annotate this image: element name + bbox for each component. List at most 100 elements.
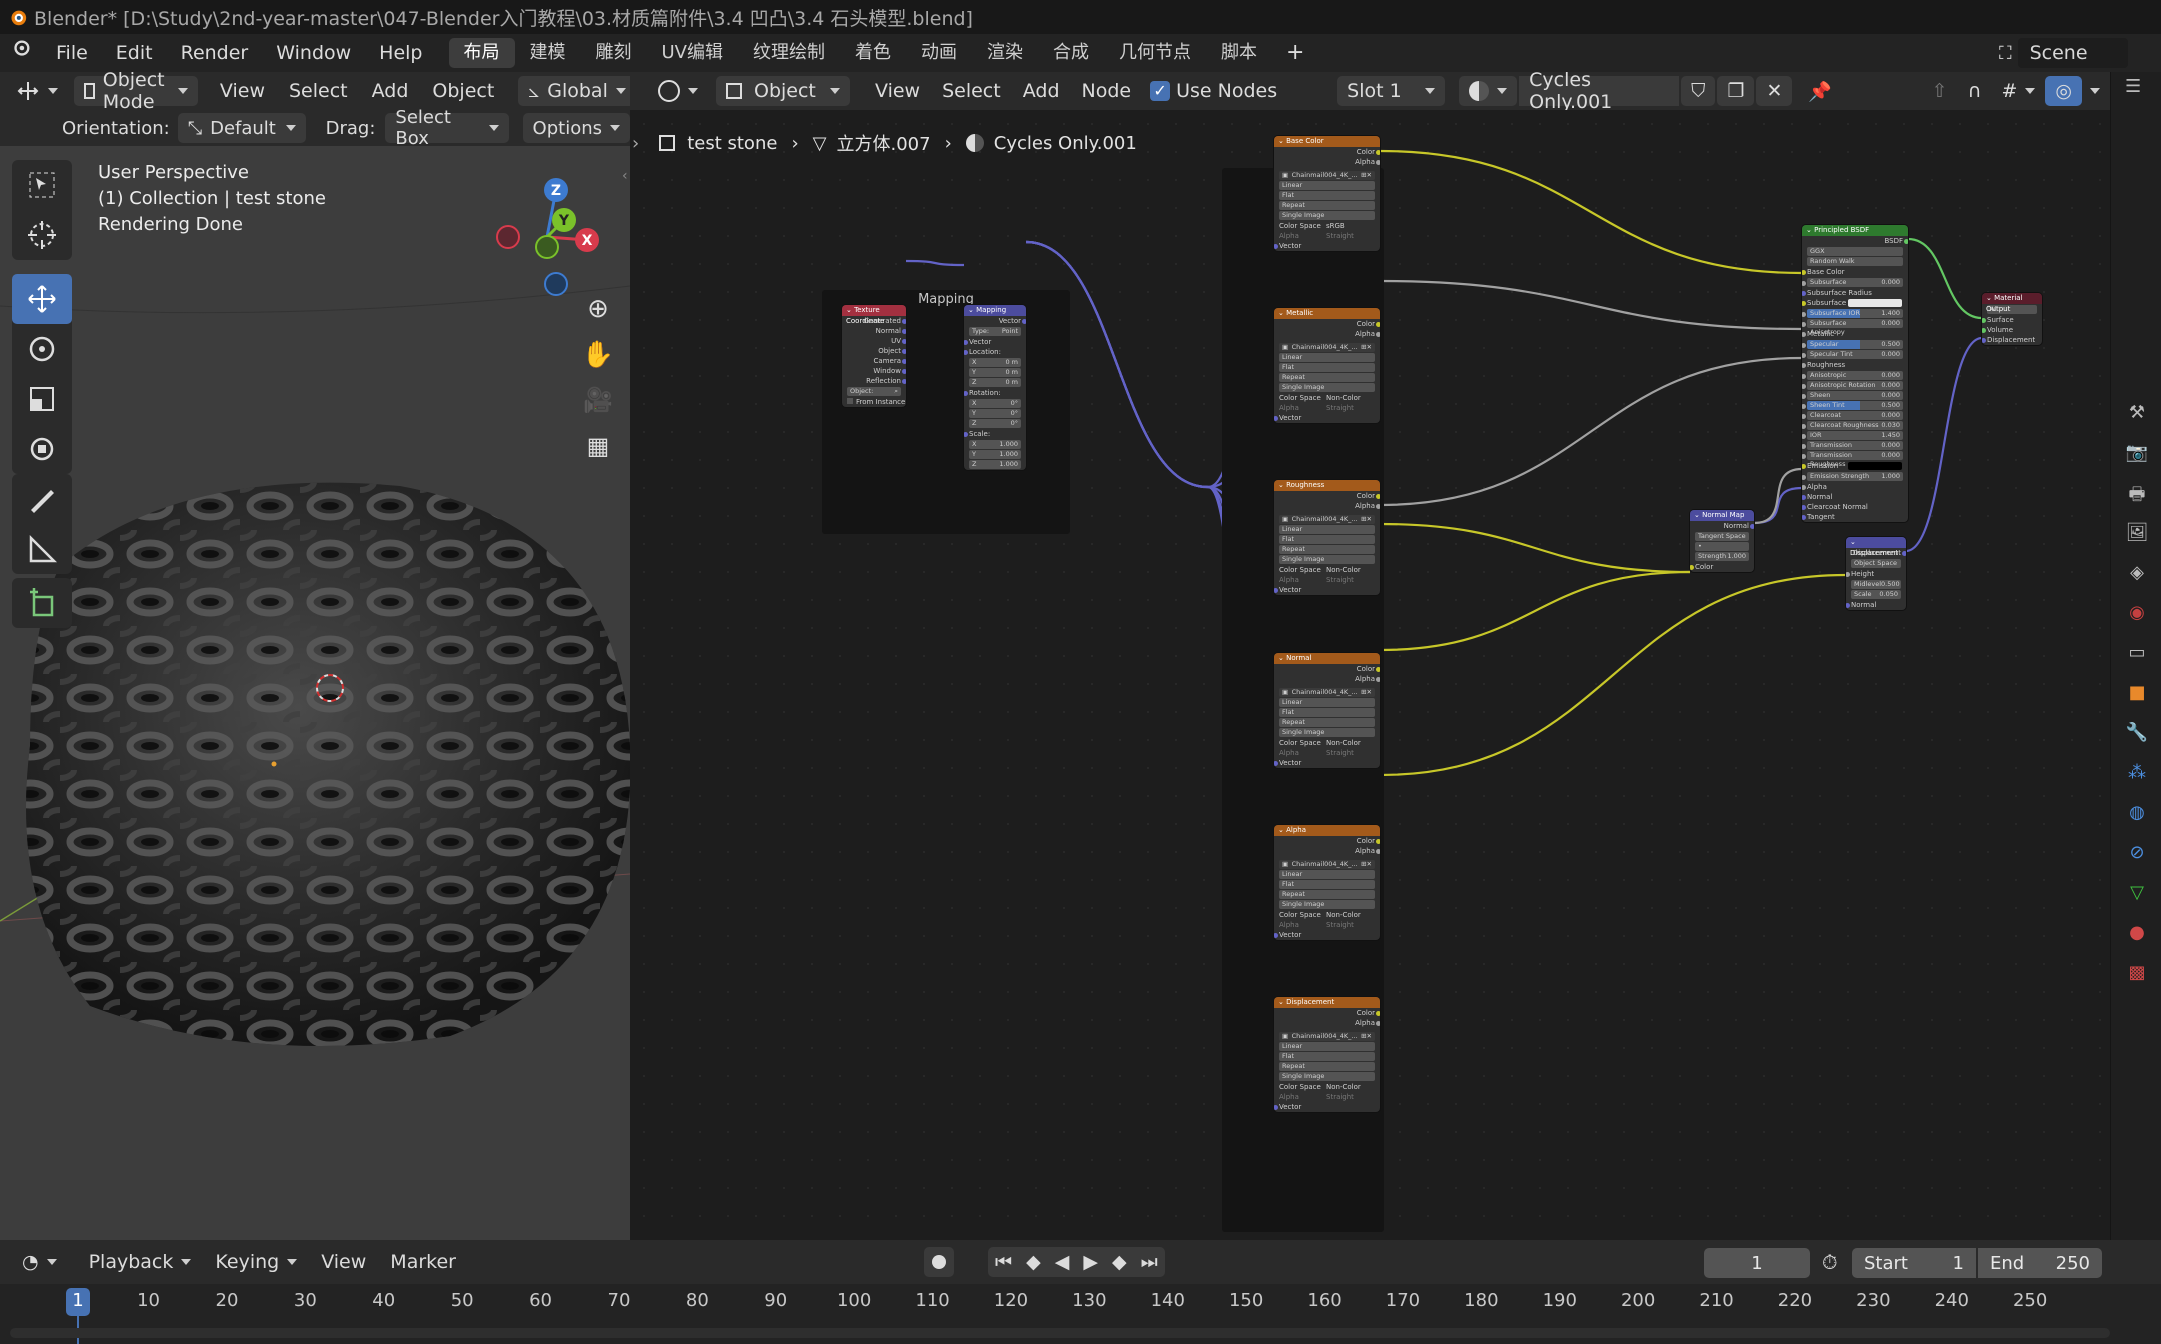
node-image-texture-normal[interactable]: ⌄ Normal Color Alpha ▣ Chainmail004_4K_... ⊞✕…	[1274, 653, 1380, 768]
node-field[interactable]: Clearcoat Roughness 0.030	[1802, 421, 1903, 430]
collapse-icon[interactable]: ⌄	[1986, 294, 1994, 302]
node-socket[interactable]	[1690, 564, 1694, 570]
node-socket[interactable]	[1982, 317, 1986, 323]
node-socket[interactable]	[1376, 149, 1380, 155]
node-field[interactable]: Single Image	[1279, 211, 1375, 220]
node-field[interactable]: Repeat	[1279, 373, 1375, 382]
node-socket[interactable]	[1376, 666, 1380, 672]
rotate-tool[interactable]	[12, 324, 72, 374]
node-image-texture-displacement[interactable]: ⌄ Displacement Color Alpha ▣ Chainmail004_4K…	[1274, 997, 1380, 1112]
color-space-row[interactable]: Color Space Non-Color	[1274, 565, 1380, 575]
viewport-menu-object[interactable]: Object	[420, 76, 506, 106]
node-mapping[interactable]: ⌄ Mapping Vector Type: Point Vector Location:…	[964, 305, 1026, 470]
node-header[interactable]: ⌄ Displacement	[1274, 997, 1380, 1008]
node-editor-canvas[interactable]: Mapping Textures ⌄ Texture CoordinateGen…	[630, 110, 2110, 1240]
image-selector[interactable]: ▣ Chainmail004_4K_... ⊞✕	[1279, 688, 1375, 697]
workspace-tab[interactable]: 几何节点	[1104, 38, 1206, 68]
node-socket[interactable]	[1802, 311, 1806, 317]
next-keyframe-icon[interactable]: ◆	[1105, 1251, 1134, 1273]
node-socket[interactable]	[1846, 602, 1850, 608]
node-socket[interactable]	[1802, 463, 1806, 469]
collapse-icon[interactable]: ⌄	[1806, 226, 1814, 234]
node-menu-select[interactable]: Select	[931, 76, 1012, 106]
color-space-row[interactable]: Color Space sRGB	[1274, 221, 1380, 231]
color-space-row[interactable]: Color Space Non-Color	[1274, 1082, 1380, 1092]
node-field[interactable]: Linear	[1279, 525, 1375, 534]
node-socket[interactable]	[1802, 443, 1806, 449]
node-socket[interactable]	[1802, 280, 1806, 286]
node-socket[interactable]	[1802, 504, 1806, 510]
node-socket[interactable]	[902, 368, 906, 374]
collapse-icon[interactable]: ⌄	[1850, 538, 1856, 546]
node-socket[interactable]	[1802, 352, 1806, 358]
duplicate-material-button[interactable]: ❐	[1717, 76, 1755, 106]
node-header[interactable]: ⌄ Texture Coordinate	[842, 305, 906, 325]
scale-tool[interactable]	[12, 374, 72, 424]
node-socket[interactable]	[1802, 269, 1806, 275]
node-field[interactable]: Repeat	[1279, 545, 1375, 554]
node-image-texture-base-color[interactable]: ⌄ Base Color Color Alpha ▣ Chainmail004_4K_.…	[1274, 136, 1380, 251]
viewport-menu-view[interactable]: View	[208, 76, 277, 106]
node-socket[interactable]	[902, 378, 906, 384]
node-field[interactable]: Flat	[1279, 191, 1375, 200]
timeline-menu-playback[interactable]: Playback	[77, 1247, 204, 1277]
node-field[interactable]: Strength 1.000	[1695, 552, 1749, 561]
node-socket[interactable]	[1376, 331, 1380, 337]
link-snap-button[interactable]: ∩	[1958, 76, 1992, 106]
color-swatch[interactable]	[1848, 462, 1902, 470]
editor-type-button-node[interactable]	[648, 76, 708, 106]
menu-file[interactable]: File	[42, 34, 102, 72]
node-socket[interactable]	[1982, 327, 1986, 333]
image-selector[interactable]: ▣ Chainmail004_4K_... ⊞✕	[1279, 343, 1375, 352]
3d-viewport[interactable]: User Perspective (1) Collection | test s…	[0, 146, 630, 1240]
tool-icon[interactable]: ⚒	[2125, 402, 2149, 426]
node-image-texture-roughness[interactable]: ⌄ Roughness Color Alpha ▣ Chainmail004_4K_..…	[1274, 480, 1380, 595]
workspace-tab[interactable]: 合成	[1038, 38, 1104, 68]
image-selector[interactable]: ▣ Chainmail004_4K_... ⊞✕	[1279, 1032, 1375, 1041]
node-field[interactable]: Sheen 0.000	[1802, 391, 1903, 400]
node-socket[interactable]	[1274, 415, 1278, 421]
image-selector[interactable]: ▣ Chainmail004_4K_... ⊞✕	[1279, 515, 1375, 524]
node-socket[interactable]	[1376, 321, 1380, 327]
node-field[interactable]: Flat	[1279, 363, 1375, 372]
image-actions-icon[interactable]: ⊞✕	[1361, 860, 1372, 869]
collapse-icon[interactable]: ⌄	[1278, 826, 1286, 834]
collapse-icon[interactable]: ⌄	[1278, 481, 1286, 489]
node-field[interactable]: GGX	[1807, 247, 1903, 256]
image-selector[interactable]: ▣ Chainmail004_4K_... ⊞✕	[1279, 860, 1375, 869]
workspace-tab[interactable]: 动画	[906, 38, 972, 68]
overlay-dropdown[interactable]: ◎	[2045, 76, 2082, 106]
editor-type-button[interactable]	[6, 76, 68, 106]
collection-icon[interactable]: ▭	[2125, 642, 2149, 666]
node-field[interactable]: Linear	[1279, 698, 1375, 707]
play-icon[interactable]: ▶	[1076, 1251, 1105, 1273]
node-field[interactable]: Single Image	[1279, 1072, 1375, 1081]
node-header[interactable]: ⌄ Normal Map	[1690, 510, 1754, 521]
node-socket[interactable]	[1802, 373, 1806, 379]
node-socket[interactable]	[1802, 403, 1806, 409]
node-field[interactable]: Sheen Tint 0.500	[1802, 401, 1903, 410]
node-field[interactable]: Subsurface Anisotropy 0.000	[1802, 319, 1903, 336]
image-actions-icon[interactable]: ⊞✕	[1361, 343, 1372, 352]
image-actions-icon[interactable]: ⊞✕	[1361, 1032, 1372, 1041]
color-space-row[interactable]: Color Space Non-Color	[1274, 393, 1380, 403]
node-socket[interactable]	[1802, 393, 1806, 399]
mode-dropdown[interactable]: Object Mode	[74, 69, 198, 113]
node-socket[interactable]	[1274, 760, 1278, 766]
node-field[interactable]: Linear	[1279, 353, 1375, 362]
node-field[interactable]: Flat	[1279, 880, 1375, 889]
workspace-tab[interactable]: 雕刻	[581, 38, 647, 68]
node-socket[interactable]	[964, 390, 968, 396]
timeline-scrollbar[interactable]	[10, 1328, 2110, 1338]
node-menu-view[interactable]: View	[864, 76, 931, 106]
data-icon[interactable]: ▽	[2125, 882, 2149, 906]
snap-dropdown[interactable]: #	[1991, 76, 2045, 106]
collapse-icon[interactable]: ⌄	[1278, 137, 1286, 145]
node-field[interactable]: Z 0°	[969, 419, 1021, 428]
navigation-gizmo[interactable]: Z X Y	[490, 160, 620, 300]
node-field[interactable]: All	[1987, 305, 2037, 314]
node-field[interactable]: Repeat	[1279, 718, 1375, 727]
sidebar-toggle-icon[interactable]: ☰	[2125, 76, 2149, 100]
node-field[interactable]: Repeat	[1279, 1062, 1375, 1071]
node-socket[interactable]	[1802, 383, 1806, 389]
